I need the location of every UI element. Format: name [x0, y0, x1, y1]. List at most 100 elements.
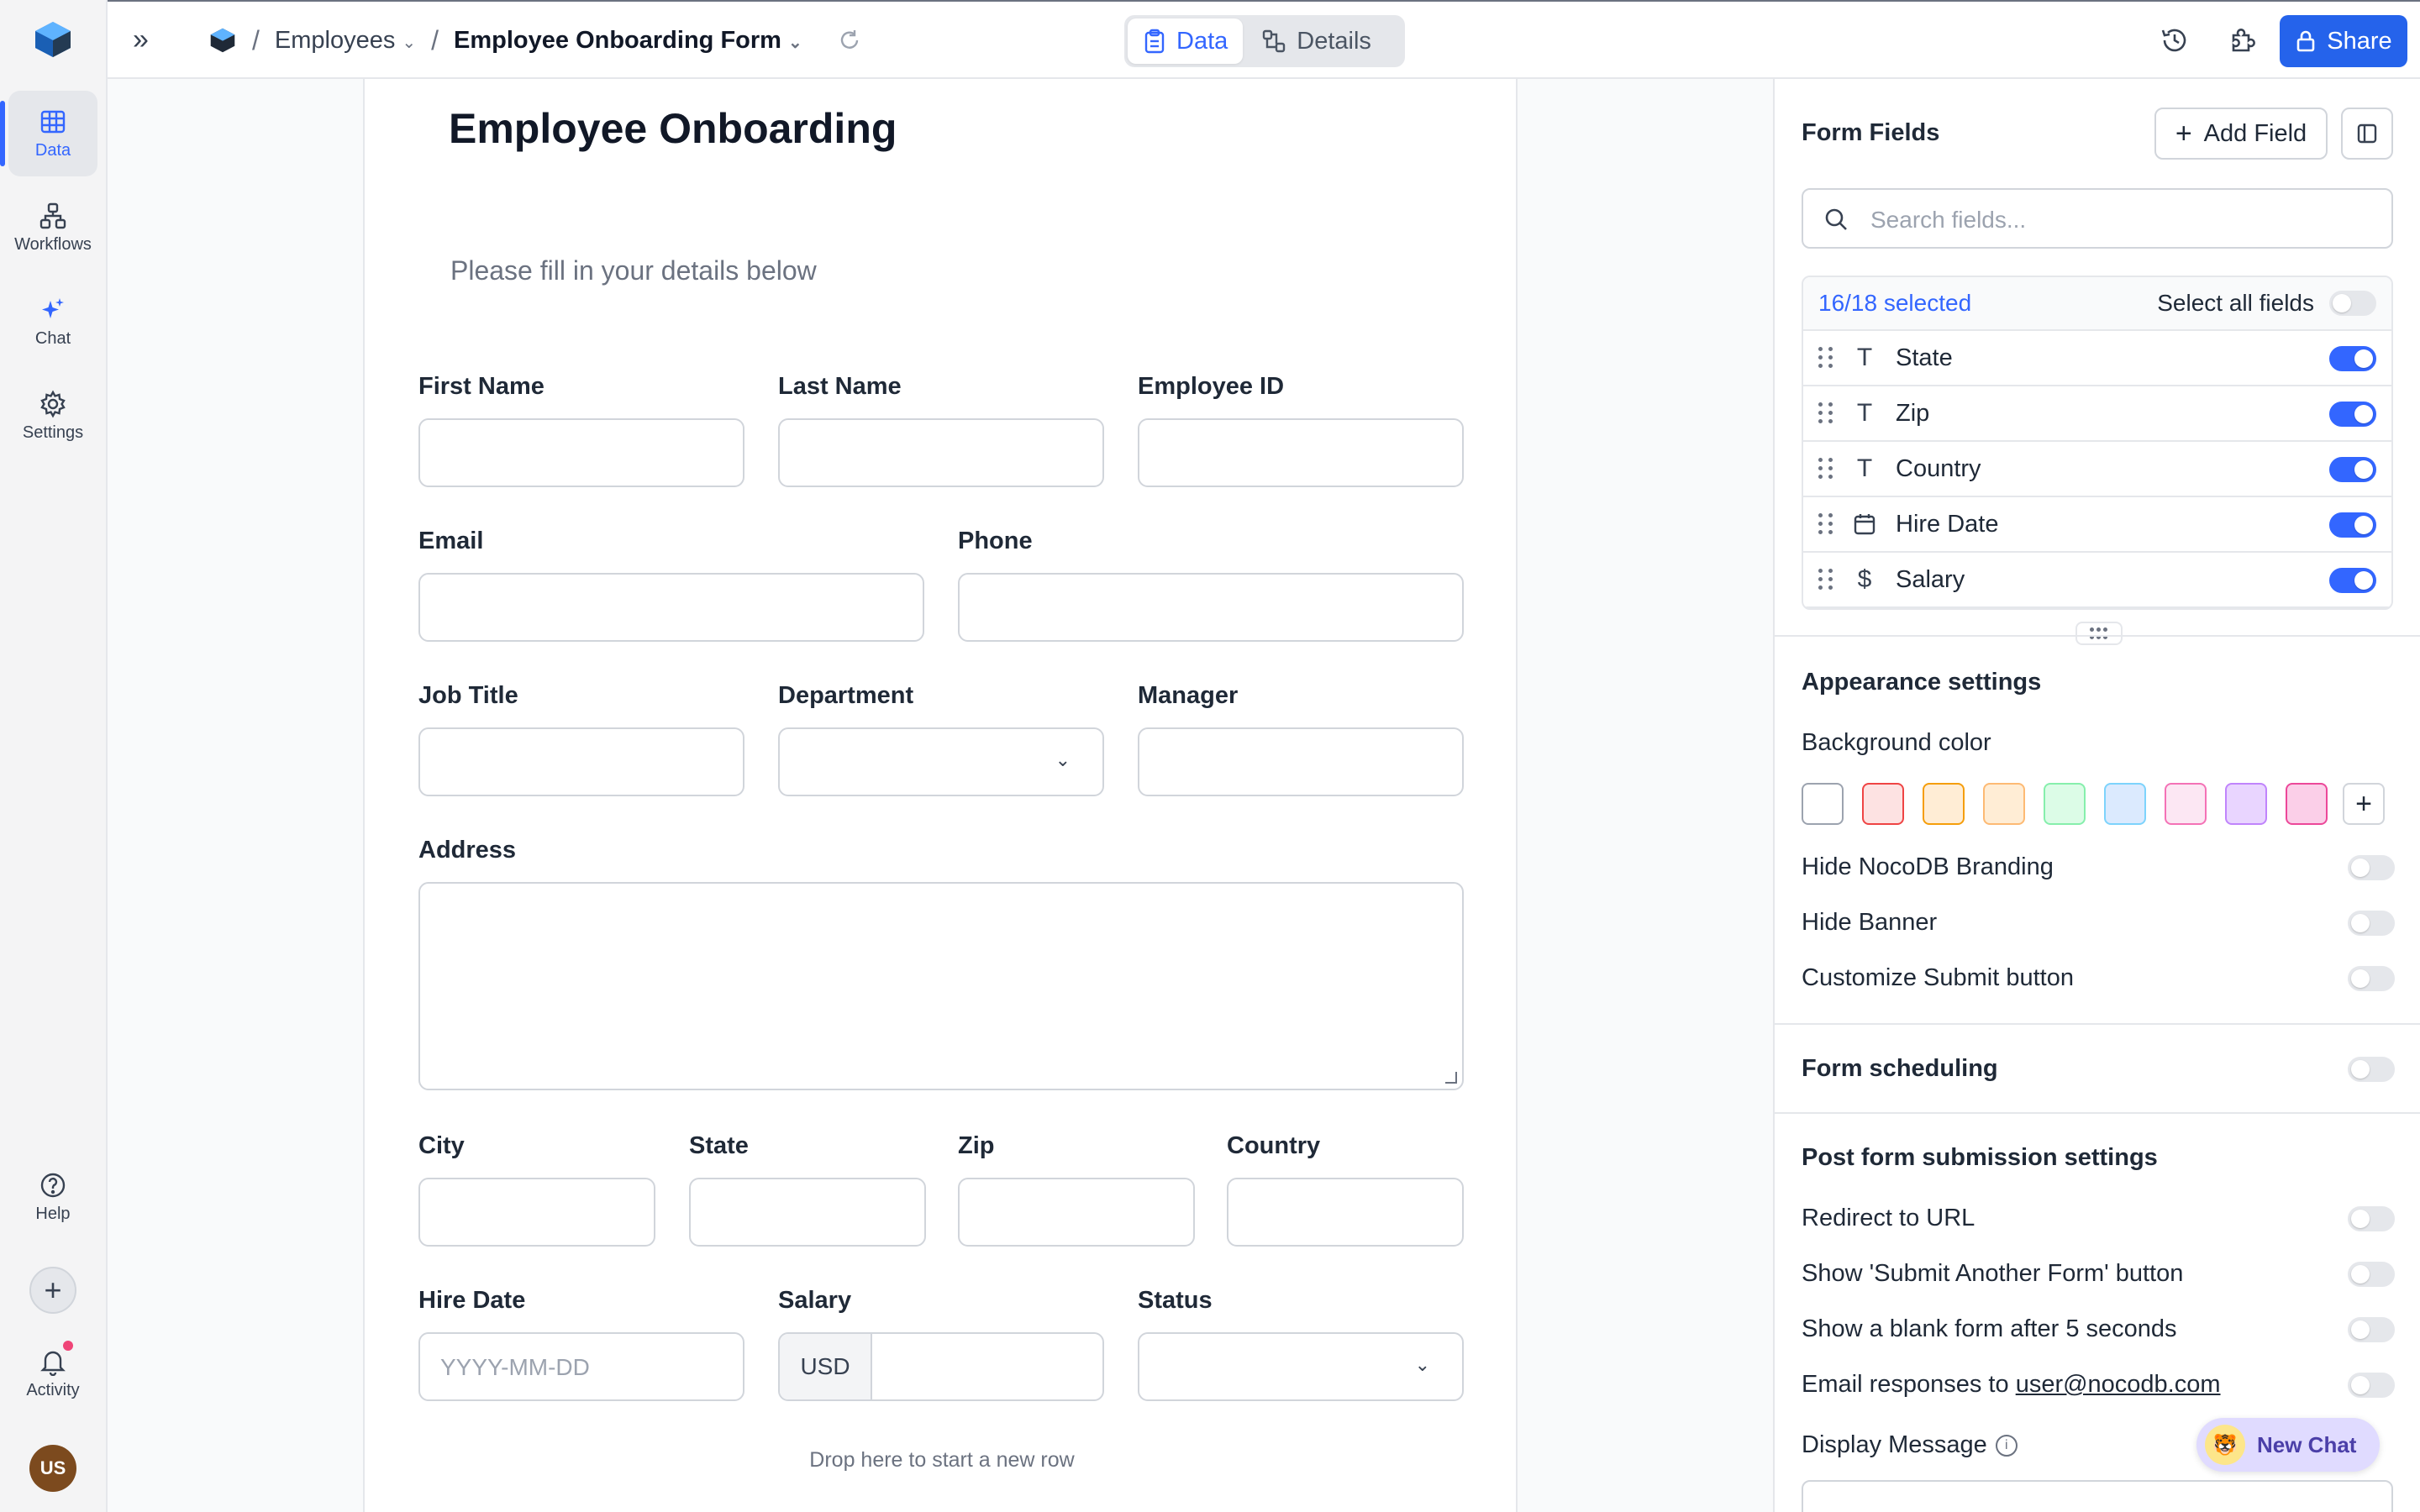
breadcrumb-table[interactable]: Employees ⌄ — [275, 27, 416, 55]
divider — [1775, 1112, 2420, 1114]
expand-sidebar-icon[interactable]: » — [133, 24, 149, 56]
chevron-down-icon: ⌄ — [1414, 1354, 1430, 1375]
job-title-input[interactable] — [418, 727, 744, 796]
color-swatch-orange[interactable] — [1923, 783, 1965, 825]
state-input[interactable] — [689, 1178, 926, 1247]
color-swatch-magenta[interactable] — [2286, 783, 2328, 825]
phone-input[interactable] — [958, 573, 1464, 642]
select-all-fields[interactable]: Select all fields — [2157, 290, 2376, 317]
employee-id-input[interactable] — [1138, 418, 1464, 487]
info-icon[interactable]: i — [1995, 1435, 2018, 1457]
drag-handle-icon[interactable] — [1818, 402, 1833, 424]
reload-icon[interactable] — [838, 29, 861, 52]
manager-input[interactable] — [1138, 727, 1464, 796]
toggle-panel-button[interactable] — [2341, 108, 2393, 160]
field-label-address: Address — [418, 837, 517, 864]
hide-branding-toggle[interactable] — [2348, 855, 2395, 880]
app-logo-icon[interactable] — [32, 18, 74, 60]
field-row-label: Country — [1896, 454, 1981, 482]
share-button[interactable]: Share — [2280, 15, 2407, 67]
drag-handle-icon[interactable] — [1818, 569, 1833, 591]
customize-submit-toggle[interactable] — [2348, 966, 2395, 991]
add-color-button[interactable]: + — [2343, 783, 2385, 825]
tab-details-label: Details — [1297, 27, 1371, 55]
drag-handle-icon[interactable] — [1818, 458, 1833, 480]
rail-item-data[interactable]: Data — [0, 91, 97, 176]
first-name-input[interactable] — [418, 418, 744, 487]
color-swatch-green[interactable] — [2044, 783, 2086, 825]
tab-data[interactable]: Data — [1128, 18, 1244, 64]
help-icon — [40, 1173, 66, 1197]
breadcrumb-view[interactable]: Employee Onboarding Form ⌄ — [454, 27, 802, 55]
extensions-icon[interactable] — [2227, 25, 2257, 55]
status-select[interactable]: ⌄ — [1138, 1332, 1464, 1401]
text-icon: T — [1856, 399, 1873, 427]
search-fields-placeholder: Search fields... — [1870, 207, 2027, 233]
field-country-toggle[interactable] — [2329, 457, 2376, 482]
panel-resize-handle[interactable] — [2075, 622, 2123, 645]
country-input[interactable] — [1227, 1178, 1464, 1247]
city-input[interactable] — [418, 1178, 655, 1247]
drop-zone-hint[interactable]: Drop here to start a new row — [365, 1448, 1519, 1473]
rail-label-chat: Chat — [34, 328, 71, 348]
rail-item-chat[interactable]: Chat — [8, 279, 97, 365]
plus-icon: + — [2175, 118, 2192, 150]
add-base-button[interactable]: + — [29, 1267, 76, 1314]
show-blank-form-toggle[interactable] — [2348, 1317, 2395, 1342]
display-message-input[interactable] — [1802, 1480, 2393, 1512]
color-swatch-purple[interactable] — [2225, 783, 2267, 825]
color-swatch-white[interactable] — [1802, 783, 1844, 825]
field-zip-toggle[interactable] — [2329, 402, 2376, 427]
drag-handle-icon[interactable] — [1818, 347, 1833, 369]
field-row-label: Salary — [1896, 565, 1965, 593]
hire-date-input[interactable]: YYYY-MM-DD — [418, 1332, 744, 1401]
salary-input[interactable]: USD — [778, 1332, 1104, 1401]
field-row-hire-date[interactable]: Hire Date — [1803, 497, 2391, 553]
rail-item-activity[interactable]: Activity — [8, 1331, 97, 1416]
hide-banner-toggle[interactable] — [2348, 911, 2395, 936]
form-canvas: Employee Onboarding Please fill in your … — [108, 79, 1775, 1512]
add-field-button[interactable]: + Add Field — [2154, 108, 2328, 160]
select-all-toggle[interactable] — [2329, 291, 2376, 316]
customize-submit-label: Customize Submit button — [1802, 964, 2074, 991]
field-state-toggle[interactable] — [2329, 346, 2376, 371]
redirect-url-toggle[interactable] — [2348, 1206, 2395, 1231]
email-responses-toggle[interactable] — [2348, 1373, 2395, 1398]
tab-data-label: Data — [1176, 27, 1228, 55]
form-scheduling-toggle[interactable] — [2348, 1057, 2395, 1082]
base-icon[interactable] — [208, 26, 237, 55]
add-field-label: Add Field — [2203, 119, 2307, 147]
rail-item-help[interactable]: Help — [8, 1154, 97, 1240]
field-row-salary[interactable]: $ Salary — [1803, 553, 2391, 608]
address-textarea[interactable] — [418, 882, 1464, 1090]
submit-another-toggle[interactable] — [2348, 1262, 2395, 1287]
drag-handle-icon[interactable] — [1818, 513, 1833, 535]
color-swatch-peach[interactable] — [1983, 783, 2025, 825]
field-row-state[interactable]: T State — [1803, 331, 2391, 386]
field-salary-toggle[interactable] — [2329, 568, 2376, 593]
field-label-last-name: Last Name — [778, 373, 902, 400]
color-swatch-blue[interactable] — [2104, 783, 2146, 825]
history-icon[interactable] — [2160, 25, 2190, 55]
rail-item-settings[interactable]: Settings — [8, 373, 97, 459]
form-title[interactable]: Employee Onboarding — [449, 104, 897, 153]
resize-handle-icon[interactable] — [1445, 1072, 1457, 1084]
rail-label-help: Help — [35, 1204, 71, 1223]
avatar[interactable]: US — [29, 1445, 76, 1492]
email-responses-link[interactable]: user@nocodb.com — [2016, 1371, 2221, 1398]
color-swatch-red[interactable] — [1862, 783, 1904, 825]
field-row-country[interactable]: T Country — [1803, 442, 2391, 497]
field-hire-date-toggle[interactable] — [2329, 512, 2376, 538]
tab-details[interactable]: Details — [1246, 18, 1386, 64]
department-select[interactable]: ⌄ — [778, 727, 1104, 796]
field-row-zip[interactable]: T Zip — [1803, 386, 2391, 442]
form-subtitle[interactable]: Please fill in your details below — [450, 255, 817, 286]
hide-banner-label: Hide Banner — [1802, 909, 1938, 936]
email-input[interactable] — [418, 573, 924, 642]
new-chat-button[interactable]: 🐯 New Chat — [2196, 1418, 2380, 1472]
search-fields-input[interactable]: Search fields... — [1802, 188, 2393, 249]
color-swatch-pink[interactable] — [2165, 783, 2207, 825]
last-name-input[interactable] — [778, 418, 1104, 487]
zip-input[interactable] — [958, 1178, 1195, 1247]
rail-item-workflows[interactable]: Workflows — [8, 185, 97, 270]
